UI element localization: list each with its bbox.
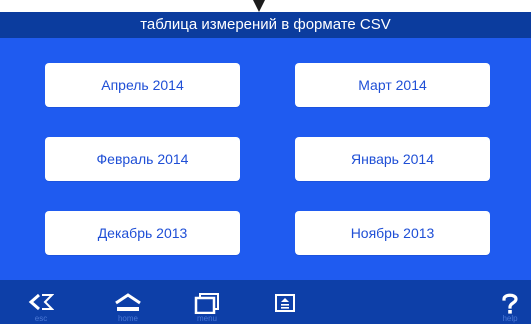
month-button-april-2014[interactable]: Апрель 2014 [45, 63, 240, 107]
help-icon [502, 293, 518, 314]
esc-label: esc [34, 314, 48, 323]
help-label: help [502, 314, 518, 323]
position-indicator-icon [253, 0, 265, 12]
eject-button[interactable] [260, 280, 310, 324]
month-button-january-2014[interactable]: Январь 2014 [295, 137, 490, 181]
home-label: home [117, 314, 138, 323]
back-arrow-icon [28, 293, 54, 311]
bottom-toolbar: esc home menu help [0, 280, 531, 324]
home-icon [115, 293, 141, 311]
home-button[interactable]: home [103, 280, 153, 324]
csv-table-screen: таблица измерений в формате CSV Апрель 2… [0, 0, 531, 324]
menu-label: menu [196, 314, 217, 323]
month-button-december-2013[interactable]: Декабрь 2013 [45, 211, 240, 255]
month-button-february-2014[interactable]: Февраль 2014 [45, 137, 240, 181]
month-button-november-2013[interactable]: Ноябрь 2013 [295, 211, 490, 255]
month-button-march-2014[interactable]: Март 2014 [295, 63, 490, 107]
esc-button[interactable]: esc [16, 280, 66, 324]
menu-icon [194, 293, 219, 314]
menu-button[interactable]: menu [182, 280, 232, 324]
eject-icon [275, 294, 295, 312]
month-selection-panel: Апрель 2014 Март 2014 Февраль 2014 Январ… [0, 38, 531, 280]
page-title: таблица измерений в формате CSV [0, 12, 531, 38]
help-button[interactable]: help [490, 280, 530, 324]
